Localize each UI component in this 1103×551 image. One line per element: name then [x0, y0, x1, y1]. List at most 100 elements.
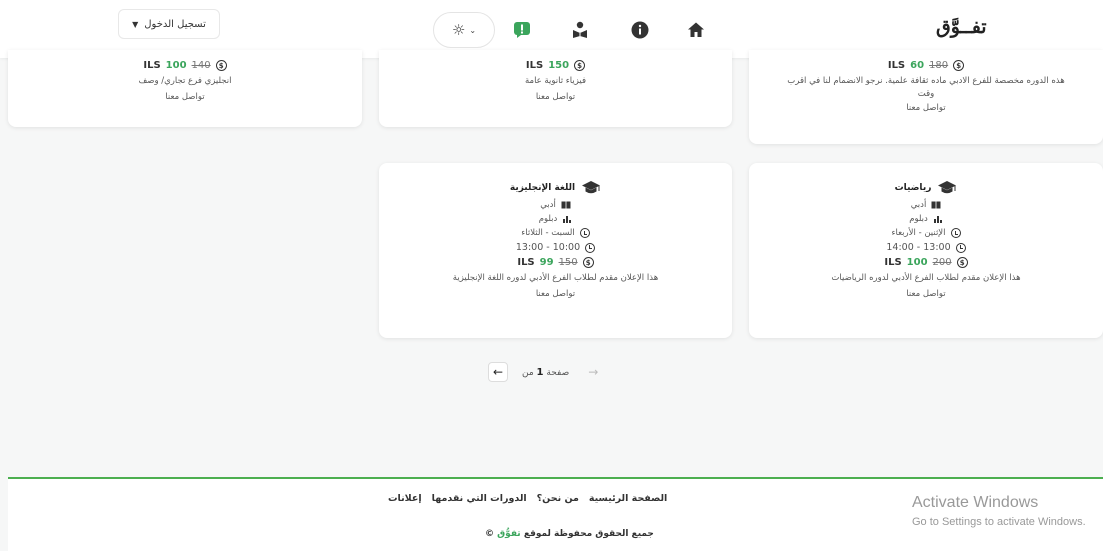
- course-card-english: اللغة الإنجليزية أدبي دبلوم السبت - الثل…: [379, 163, 732, 338]
- footer-link-courses[interactable]: الدورات التي نقدمها: [432, 493, 527, 504]
- info-button[interactable]: [622, 12, 658, 48]
- price-new: 60: [910, 60, 925, 71]
- card-description: هذا الإعلان مقدم لطلاب الفرع الأدبي لدور…: [831, 273, 1021, 283]
- card-description: فيزياء ثانوية عامة: [524, 76, 587, 86]
- page-label: صفحة: [546, 367, 570, 378]
- copyright-prefix: جميع الحقوق محفوظة لموقع: [523, 529, 654, 539]
- sun-icon: ☼: [451, 21, 466, 39]
- level-text: دبلوم: [538, 214, 558, 224]
- pagination: ← صفحة 1 من →: [488, 362, 603, 382]
- clock-icon: [955, 242, 966, 253]
- clock-icon: [950, 228, 961, 238]
- page-indicator: صفحة 1 من: [522, 367, 569, 378]
- price-new: 100: [906, 257, 928, 268]
- page-number: 1: [536, 366, 544, 378]
- login-dropdown-button[interactable]: تسجيل الدخول ▼: [118, 9, 220, 39]
- price-new: 99: [539, 257, 554, 268]
- dollar-icon: $: [215, 60, 227, 71]
- days-row: الإثنين - الأربعاء: [749, 228, 1103, 238]
- card-description: هذه الدوره مخصصة للفرع الادبي ماده ثقافة…: [787, 76, 1065, 86]
- time-row: 14:00 - 13:00: [749, 242, 1103, 253]
- price-old: 200: [932, 257, 952, 268]
- price-old: 150: [558, 257, 578, 268]
- days-text: الإثنين - الأربعاء: [891, 228, 946, 238]
- watermark-subtitle: Go to Settings to activate Windows.: [912, 516, 1086, 528]
- bar-chart-icon: [563, 216, 572, 223]
- copyright-symbol: ©: [485, 529, 494, 539]
- price-new: 100: [165, 60, 187, 71]
- price-currency: ILS: [517, 257, 535, 268]
- course-title: رياضيات: [894, 183, 932, 193]
- watermark-title: Activate Windows: [912, 494, 1039, 511]
- branch-text: أدبي: [540, 200, 556, 210]
- price-currency: ILS: [887, 60, 906, 71]
- price-currency: ILS: [143, 60, 161, 71]
- graduation-cap-icon: [938, 181, 957, 194]
- contact-link[interactable]: تواصل معنا: [749, 102, 1103, 114]
- info-icon: [631, 21, 649, 39]
- footer-nav: الصفحة الرئيسية من نحن؟ الدورات التي نقد…: [388, 493, 667, 504]
- course-card: ILS 100 140 $ انجليزي فرع تجاري/ وصف توا…: [8, 50, 362, 127]
- level-text: دبلوم: [909, 214, 928, 224]
- theme-toggle-button[interactable]: ☼ ⌄: [433, 12, 495, 48]
- alert-chat-button[interactable]: [504, 12, 540, 48]
- course-title: اللغة الإنجليزية: [509, 183, 576, 193]
- contact-link[interactable]: تواصل معنا: [8, 91, 362, 103]
- book-icon: [931, 201, 941, 209]
- card-description-cont: وقت: [917, 89, 935, 99]
- days-text: السبت - الثلاثاء: [521, 228, 575, 238]
- branch-row: أدبي: [749, 200, 1103, 210]
- course-card: ILS 150 $ فيزياء ثانوية عامة تواصل معنا: [379, 50, 732, 127]
- branch-row: أدبي: [379, 200, 732, 210]
- price-row: ILS 100 200 $: [749, 257, 1103, 268]
- site-logo[interactable]: تفــوَّق: [936, 16, 987, 38]
- time-text: 13:00 - 10:00: [515, 242, 581, 253]
- time-text: 14:00 - 13:00: [886, 242, 951, 253]
- price-currency: ILS: [884, 257, 902, 268]
- login-label: تسجيل الدخول: [144, 18, 206, 30]
- student-icon: [573, 21, 587, 38]
- home-button[interactable]: [678, 12, 714, 48]
- clock-icon: [579, 228, 590, 238]
- graduation-cap-icon: [582, 181, 601, 194]
- price-currency: ILS: [525, 60, 544, 71]
- dollar-icon: $: [582, 257, 594, 268]
- level-row: دبلوم: [379, 214, 732, 224]
- alert-chat-icon: [514, 22, 530, 38]
- student-button[interactable]: [562, 12, 598, 48]
- bar-chart-icon: [933, 216, 942, 223]
- card-description: انجليزي فرع تجاري/ وصف: [138, 76, 232, 86]
- activate-windows-watermark: Activate Windows Go to Settings to activ…: [912, 494, 1086, 528]
- price-old: 180: [929, 60, 949, 71]
- clock-icon: [585, 242, 596, 253]
- branch-text: أدبي: [910, 200, 927, 210]
- copyright-brand: تفوُّق: [497, 529, 521, 539]
- page-of: من: [522, 367, 534, 378]
- next-page-button[interactable]: →: [583, 362, 603, 382]
- price-new: 150: [548, 60, 570, 71]
- price-row: ILS 99 150 $: [379, 257, 732, 268]
- price-row: ILS 150 $: [379, 60, 732, 71]
- price-row: ILS 60 180 $: [749, 60, 1103, 71]
- days-row: السبت - الثلاثاء: [379, 228, 732, 238]
- dollar-icon: $: [953, 60, 965, 71]
- card-description: هذا الإعلان مقدم لطلاب الفرع الأدبي لدور…: [452, 273, 659, 283]
- footer-link-ads[interactable]: إعلانات: [388, 493, 422, 504]
- card-title-row: اللغة الإنجليزية: [379, 180, 732, 196]
- contact-link[interactable]: تواصل معنا: [749, 288, 1103, 300]
- chevron-down-icon: ▼: [132, 19, 139, 29]
- dollar-icon: $: [956, 257, 968, 268]
- price-row: ILS 100 140 $: [8, 60, 362, 71]
- course-card-math: رياضيات أدبي دبلوم الإثنين - الأربعاء 14…: [749, 163, 1103, 338]
- arrow-left-icon: ←: [492, 365, 504, 379]
- footer-link-about[interactable]: من نحن؟: [537, 493, 579, 504]
- price-old: 140: [191, 60, 211, 71]
- chevron-down-icon: ⌄: [469, 25, 477, 35]
- dollar-icon: $: [574, 60, 586, 71]
- footer-link-home[interactable]: الصفحة الرئيسية: [589, 493, 667, 504]
- prev-page-button[interactable]: ←: [488, 362, 508, 382]
- contact-link[interactable]: تواصل معنا: [379, 288, 732, 300]
- time-row: 13:00 - 10:00: [379, 242, 732, 253]
- contact-link[interactable]: تواصل معنا: [379, 91, 732, 103]
- book-icon: [561, 201, 571, 209]
